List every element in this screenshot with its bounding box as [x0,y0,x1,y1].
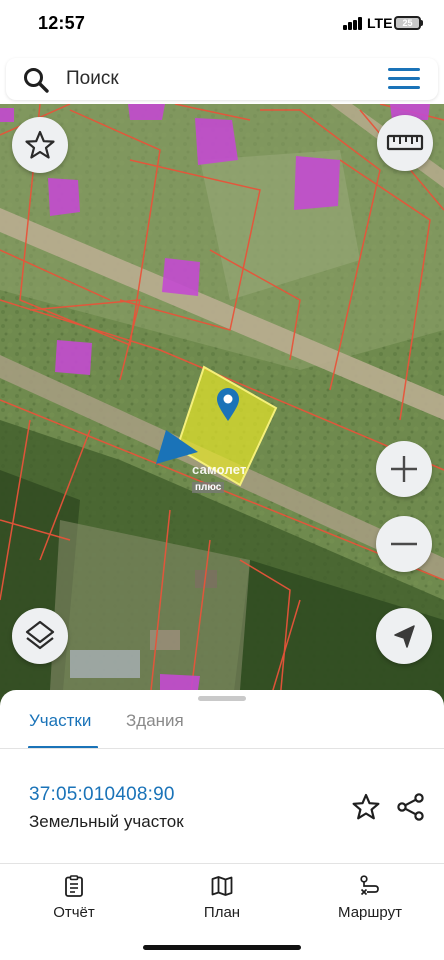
watermark-line2: плюс [192,482,225,493]
hamburger-menu-icon[interactable] [388,68,420,90]
nav-route-label: Маршрут [338,904,402,921]
measure-button[interactable] [377,115,433,171]
screen: 12:57 LTE 25 Поиск самолет плюс Участки … [0,0,444,960]
watermark: самолет плюс [192,462,247,495]
sheet-grabber[interactable] [198,696,246,701]
zoom-out-button[interactable] [376,516,432,572]
battery-level: 25 [396,18,419,28]
watermark-line1: самолет [192,462,247,477]
favorites-button[interactable] [12,117,68,173]
search-input[interactable]: Поиск [66,68,119,90]
star-icon [25,130,55,159]
report-icon [65,875,83,897]
share-icon[interactable] [396,792,426,822]
network-type: LTE [367,15,393,31]
bottom-sheet: Участки Здания 37:05:010408:90 Земельный… [0,690,444,960]
locate-icon [394,625,415,648]
nav-route[interactable]: Маршрут [315,874,425,930]
add-favorite-icon[interactable] [351,792,381,822]
status-bar: 12:57 LTE 25 [0,0,444,50]
map-plan-icon [211,876,233,896]
parcel-cadastral-number[interactable]: 37:05:010408:90 [29,784,175,806]
tab-parcels[interactable]: Участки [29,711,91,731]
nav-report-label: Отчёт [53,904,95,921]
tab-buildings[interactable]: Здания [126,711,184,731]
route-icon [360,875,379,896]
zoom-in-button[interactable] [376,441,432,497]
layers-button[interactable] [12,608,68,664]
layers-icon [25,620,55,650]
locate-me-button[interactable] [376,608,432,664]
battery-icon: 25 [394,16,421,30]
battery-cap [421,20,423,26]
ruler-icon [386,134,424,151]
nav-divider [0,863,444,864]
search-bar[interactable]: Поиск [6,58,438,100]
home-indicator[interactable] [143,945,301,950]
nav-report[interactable]: Отчёт [19,874,129,930]
zoom-in-icon [391,456,417,482]
nav-plan-label: План [203,904,241,921]
search-icon[interactable] [22,66,50,94]
zoom-out-icon [391,542,417,546]
tabs-divider [0,748,444,749]
cellular-signal-icon [343,17,363,30]
nav-plan[interactable]: План [167,874,277,930]
status-time: 12:57 [38,13,86,33]
parcel-type: Земельный участок [29,812,184,831]
tabs: Участки Здания [0,708,444,749]
